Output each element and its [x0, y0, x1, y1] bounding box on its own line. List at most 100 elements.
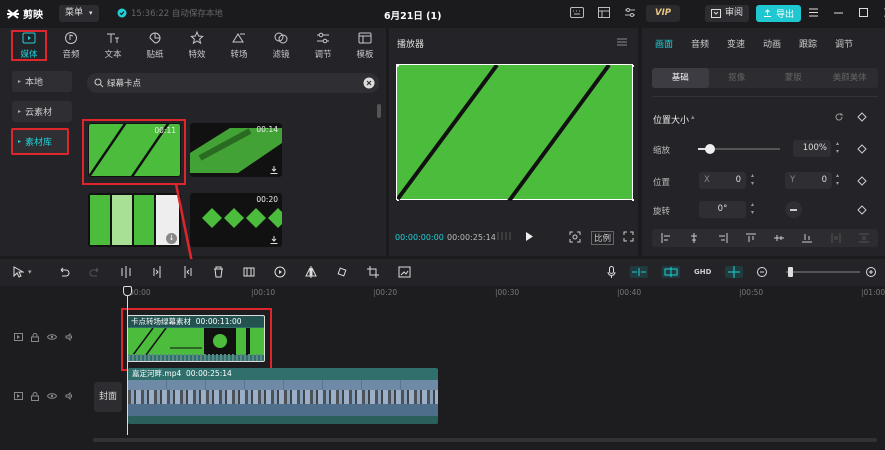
fullscreen-crop-icon[interactable] [569, 231, 581, 243]
vip-badge[interactable]: VIP [646, 5, 680, 22]
tab-audio[interactable]: 音频 [682, 37, 718, 50]
reset-icon[interactable] [834, 112, 844, 122]
zoom-slider[interactable] [786, 267, 860, 277]
microphone-icon[interactable] [607, 266, 616, 278]
keyframe-icon[interactable] [857, 112, 867, 122]
preview-axis-toggle[interactable] [725, 266, 744, 278]
align-right-icon[interactable] [718, 233, 728, 243]
sidebar-item-library[interactable]: ▸ 素材库 [11, 128, 69, 155]
playhead[interactable] [127, 287, 128, 435]
subtab-basic[interactable]: 基础 [652, 68, 709, 88]
delete-icon[interactable] [213, 266, 224, 278]
search-box[interactable]: 绿幕卡点 [87, 73, 379, 93]
audio-icon[interactable] [65, 392, 74, 400]
scale-slider[interactable] [698, 144, 780, 154]
rotate-dial[interactable] [785, 201, 802, 218]
menu-lines-icon[interactable] [808, 7, 819, 18]
tab-transition[interactable]: 转场 [218, 28, 260, 62]
settings-icon[interactable] [624, 7, 636, 18]
zoom-slider-handle[interactable] [788, 267, 793, 277]
keyboard-icon[interactable] [570, 7, 584, 18]
keyframe-icon[interactable] [857, 144, 867, 154]
select-tool[interactable]: ▾ [13, 266, 32, 278]
align-left-icon[interactable] [661, 233, 671, 243]
play-icon[interactable] [525, 231, 534, 242]
sidebar-item-cloud[interactable]: ▸ 云素材 [12, 101, 72, 122]
tab-filter[interactable]: 滤镜 [260, 28, 302, 62]
undo-icon[interactable] [58, 267, 70, 278]
download-icon[interactable] [270, 166, 278, 174]
ratio-button[interactable]: 比例 [591, 231, 615, 245]
align-top-icon[interactable] [745, 233, 756, 243]
magnet-toggle[interactable] [630, 266, 648, 278]
tab-text[interactable]: 文本 [92, 28, 134, 62]
tab-adjust[interactable]: 调节 [826, 37, 862, 50]
sidebar-item-local[interactable]: ▸ 本地 [12, 71, 72, 92]
maximize-icon[interactable] [858, 7, 869, 18]
main-video-clip[interactable]: 嘉定河畔.mp4 00:00:25:14 [128, 368, 438, 424]
cover-button[interactable]: 封面 [94, 382, 122, 412]
position-x-field[interactable]: X 0 [699, 172, 746, 189]
lock-icon[interactable] [31, 392, 39, 401]
redo-icon[interactable] [89, 267, 101, 278]
timeline-scrollbar[interactable] [93, 438, 877, 442]
tab-effects[interactable]: 特效 [176, 28, 218, 62]
playhead-handle[interactable] [123, 286, 132, 296]
subtab-cutout[interactable]: 抠像 [709, 68, 766, 88]
stepper-icon[interactable]: ▴ ▾ [751, 201, 754, 217]
rotate-icon[interactable] [336, 266, 348, 278]
scrollbar[interactable] [377, 104, 381, 118]
review-button[interactable]: 审阅 [705, 5, 750, 22]
minimize-icon[interactable] [833, 7, 844, 18]
tab-adjust[interactable]: 调节 [302, 28, 344, 62]
tab-speed[interactable]: 变速 [718, 37, 754, 50]
preview-quality-toggle[interactable]: GHD [694, 268, 711, 276]
keyframe-icon[interactable] [857, 176, 867, 186]
crop-icon[interactable] [367, 266, 379, 278]
subtab-beauty[interactable]: 美颜美体 [822, 68, 879, 88]
clear-icon[interactable] [363, 77, 375, 89]
asset-card-2[interactable]: 00:14 [190, 123, 282, 177]
rotate-field[interactable]: 0° [699, 201, 746, 218]
image-edit-icon[interactable] [398, 266, 411, 278]
zoom-in-icon[interactable] [866, 267, 876, 277]
preview-canvas[interactable] [396, 64, 634, 201]
audio-icon[interactable] [65, 333, 74, 341]
stepper-icon[interactable]: ▴ ▾ [836, 172, 839, 188]
split-right-icon[interactable] [182, 266, 194, 278]
align-bottom-icon[interactable] [802, 233, 813, 243]
distribute-h-icon[interactable] [831, 233, 841, 243]
green-screen-clip[interactable]: 卡点转场绿幕素材 00:00:11:00 [127, 315, 265, 362]
stepper-icon[interactable]: ▴ ▾ [836, 140, 839, 156]
tab-audio[interactable]: 音频 [50, 28, 92, 62]
expand-icon[interactable] [623, 231, 634, 242]
scale-field[interactable]: 100% [793, 140, 831, 157]
tab-picture[interactable]: 画面 [646, 37, 682, 50]
download-icon[interactable] [270, 236, 278, 244]
freeze-icon[interactable] [243, 266, 255, 278]
reverse-icon[interactable] [274, 266, 286, 278]
mirror-icon[interactable] [305, 266, 317, 278]
x-value[interactable]: 0 [736, 172, 741, 189]
y-value[interactable]: 0 [822, 172, 827, 189]
position-y-field[interactable]: Y 0 [785, 172, 832, 189]
tab-animation[interactable]: 动画 [754, 37, 790, 50]
track-video-icon[interactable] [14, 333, 23, 341]
split-left-icon[interactable] [151, 266, 163, 278]
eye-icon[interactable] [47, 333, 57, 341]
eye-icon[interactable] [47, 392, 57, 400]
layout-icon[interactable] [598, 7, 610, 18]
menu-lines-icon[interactable] [617, 38, 627, 46]
lock-icon[interactable] [31, 333, 39, 342]
track-video-icon[interactable] [14, 392, 23, 400]
search-input[interactable]: 绿幕卡点 [107, 77, 141, 89]
asset-card-3[interactable]: 00:06 ↓ [88, 193, 181, 247]
grid-icon[interactable] [497, 231, 513, 241]
zoom-out-icon[interactable] [757, 267, 768, 277]
tab-sticker[interactable]: 贴纸 [134, 28, 176, 62]
export-button[interactable]: 导出 [756, 5, 802, 22]
distribute-v-icon[interactable] [858, 233, 869, 243]
link-toggle[interactable] [662, 266, 680, 278]
tab-tracking[interactable]: 跟踪 [790, 37, 826, 50]
split-icon[interactable] [120, 266, 132, 278]
